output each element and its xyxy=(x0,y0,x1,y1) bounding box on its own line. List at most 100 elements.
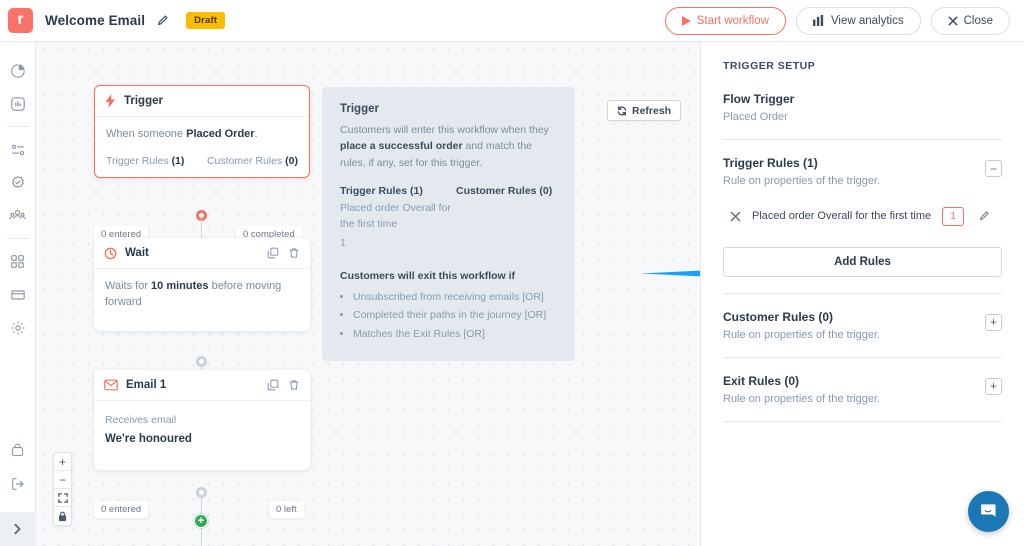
info-trigger-rules-col: Trigger Rules (1) Placed order Overall f… xyxy=(340,185,456,252)
page-title: Welcome Email xyxy=(45,13,146,28)
sidebar-item-audience[interactable] xyxy=(0,199,36,232)
sidebar-item-journeys[interactable] xyxy=(0,133,36,166)
add-rules-button[interactable]: Add Rules xyxy=(723,246,1002,277)
view-analytics-label: View analytics xyxy=(830,14,904,27)
email-subject: We're honoured xyxy=(105,433,192,446)
zoom-in-button[interactable]: + xyxy=(54,453,71,471)
view-analytics-button[interactable]: View analytics xyxy=(795,6,921,35)
pencil-icon[interactable] xyxy=(154,13,170,29)
info-customer-rules-col: Customer Rules (0) xyxy=(456,185,552,252)
workflow-builder-app: r Welcome Email Draft Start workflow Vie… xyxy=(0,0,1024,546)
refresh-label: Refresh xyxy=(632,104,672,117)
copy-icon[interactable] xyxy=(267,247,279,259)
app-body: Refresh Trigger When someone Placed Orde… xyxy=(0,42,1024,546)
panel-divider-4 xyxy=(723,420,1002,422)
info-customer-rules-head: Customer Rules (0) xyxy=(456,184,553,197)
blue-pointer-arrow xyxy=(641,254,700,293)
zoom-out-button[interactable]: − xyxy=(54,471,71,489)
sidebar-item-apps[interactable] xyxy=(0,245,36,278)
canvas-zoom-controls: + − xyxy=(53,452,72,526)
wait-body-prefix: Waits for xyxy=(105,280,152,292)
trigger-node-header: Trigger xyxy=(95,86,309,117)
exit-rules-heading: Exit Rules (0) xyxy=(723,373,800,388)
wait-node-title: Wait xyxy=(125,247,149,259)
trigger-body-strong: Placed Order xyxy=(186,128,255,140)
close-icon[interactable] xyxy=(730,211,741,222)
customer-rules-sub: Rule on properties of the trigger. xyxy=(723,328,881,341)
bar-chart-icon xyxy=(10,96,25,111)
trigger-rules-sub: Rule on properties of the trigger. xyxy=(723,175,881,187)
panel-divider-3 xyxy=(723,356,1002,358)
email-left-pill: 0 left xyxy=(269,501,304,518)
left-sidebar xyxy=(0,42,36,546)
trigger-node-title: Trigger xyxy=(124,95,163,107)
email-sub-label: Receives email xyxy=(105,414,177,426)
customer-rules-stat[interactable]: Customer Rules (0) xyxy=(207,155,298,167)
wait-node-actions xyxy=(267,247,300,259)
clock-icon xyxy=(104,247,117,259)
logout-icon xyxy=(11,477,24,490)
exit-rules-section: Exit Rules (0) Rule on properties of the… xyxy=(723,374,1002,405)
sidebar-item-campaigns[interactable] xyxy=(0,166,36,199)
list-item: Matches the Exit Rules [OR] xyxy=(353,325,557,343)
trigger-node-body: When someone Placed Order. xyxy=(95,117,309,155)
close-icon xyxy=(948,16,958,25)
trigger-setup-panel: TRIGGER SETUP Flow Trigger Placed Order … xyxy=(700,42,1024,546)
customer-rules-heading: Customer Rules (0) xyxy=(723,309,834,324)
info-trigger-rule-value: 1 xyxy=(340,237,346,250)
sidebar-item-settings[interactable] xyxy=(0,311,36,344)
panel-divider-1 xyxy=(723,139,1002,140)
status-badge: Draft xyxy=(186,12,226,29)
flow-trigger-section: Flow Trigger Placed Order xyxy=(723,92,1002,123)
chat-launcher-button[interactable] xyxy=(968,491,1009,532)
sidebar-item-templates[interactable] xyxy=(0,278,36,311)
info-desc-strong: place a successful order xyxy=(340,140,463,153)
bag-icon xyxy=(11,443,24,457)
trigger-rules-text-block: Trigger Rules (1) Rule on properties of … xyxy=(723,156,985,187)
expand-exit-rules-button[interactable]: + xyxy=(985,377,1002,395)
trigger-rules-stat[interactable]: Trigger Rules (1) xyxy=(106,155,184,167)
sidebar-item-dashboard[interactable] xyxy=(0,54,36,87)
sidebar-divider-2 xyxy=(6,238,29,239)
sidebar-item-store[interactable] xyxy=(0,434,36,467)
expand-customer-rules-button[interactable]: + xyxy=(985,313,1002,331)
copy-icon[interactable] xyxy=(267,379,279,391)
fit-screen-button[interactable] xyxy=(54,489,71,507)
add-step-button-3[interactable]: + xyxy=(194,514,208,528)
lightning-bolt-icon xyxy=(105,94,115,108)
envelope-icon xyxy=(104,379,118,391)
email-node-body: Receives email We're honoured xyxy=(94,401,310,470)
info-exit-list: Unsubscribed from receiving emails [OR] … xyxy=(353,288,557,343)
email-node-header: Email 1 xyxy=(94,370,310,401)
gear-icon xyxy=(10,320,25,335)
trash-icon[interactable] xyxy=(288,247,300,259)
pencil-icon[interactable] xyxy=(978,210,990,222)
sidebar-item-reports[interactable] xyxy=(0,87,36,120)
lock-button[interactable] xyxy=(54,507,71,525)
trigger-rule-row: Placed order Overall for the first time … xyxy=(730,207,1002,226)
sidebar-expand-button[interactable] xyxy=(0,512,36,546)
refresh-icon xyxy=(617,105,627,116)
card-icon xyxy=(10,289,25,300)
pie-chart-icon xyxy=(10,63,25,78)
sidebar-item-logout[interactable] xyxy=(0,467,36,500)
start-workflow-button[interactable]: Start workflow xyxy=(664,6,786,35)
node-trigger[interactable]: Trigger When someone Placed Order. Trigg… xyxy=(94,85,310,178)
app-logo[interactable]: r xyxy=(8,8,33,33)
node-email[interactable]: Email 1 Receives email We're honoured xyxy=(94,370,310,470)
info-rule-columns: Trigger Rules (1) Placed order Overall f… xyxy=(340,185,557,252)
trigger-node-rule-counts: Trigger Rules (1) Customer Rules (0) xyxy=(95,155,309,177)
workflow-canvas[interactable]: Refresh Trigger When someone Placed Orde… xyxy=(36,42,700,546)
play-icon xyxy=(681,15,691,26)
node-wait[interactable]: Wait Waits for 10 minutes before moving … xyxy=(94,238,310,331)
close-button[interactable]: Close xyxy=(930,6,1010,35)
start-workflow-label: Start workflow xyxy=(696,14,769,27)
collapse-trigger-rules-button[interactable]: − xyxy=(985,160,1002,177)
trash-icon[interactable] xyxy=(288,379,300,391)
list-item: Completed their paths in the journey [OR… xyxy=(353,306,557,324)
email-node-title: Email 1 xyxy=(126,379,167,391)
flow-trigger-heading: Flow Trigger xyxy=(723,92,795,106)
people-icon xyxy=(9,210,26,220)
trigger-info-panel: Trigger Customers will enter this workfl… xyxy=(322,87,575,362)
refresh-button[interactable]: Refresh xyxy=(607,100,682,121)
